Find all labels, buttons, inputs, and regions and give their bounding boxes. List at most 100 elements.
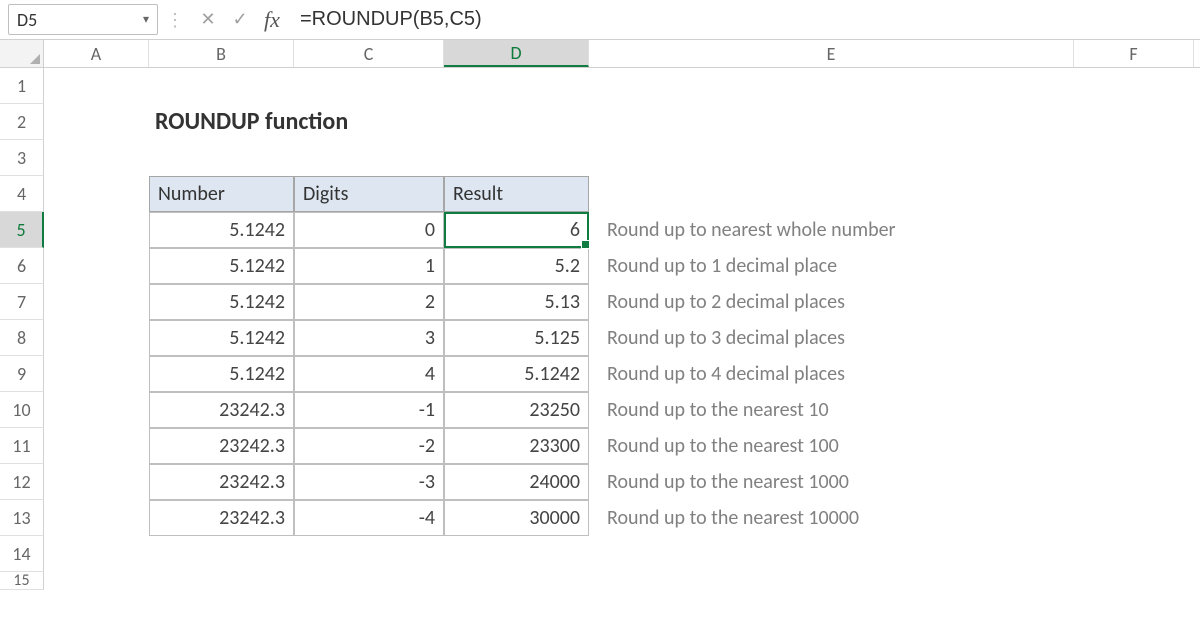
row-header-9[interactable]: 9: [0, 356, 44, 392]
cell-F14[interactable]: [1074, 536, 1194, 572]
select-all-corner[interactable]: [0, 40, 44, 67]
cell-A11[interactable]: [44, 428, 149, 464]
row-header-13[interactable]: 13: [0, 500, 44, 536]
cell-C6[interactable]: 1: [294, 248, 444, 284]
cell-C3[interactable]: [294, 140, 444, 176]
cell-D8[interactable]: 5.125: [444, 320, 589, 356]
cell-D14[interactable]: [444, 536, 589, 572]
cell-C14[interactable]: [294, 536, 444, 572]
cell-D6[interactable]: 5.2: [444, 248, 589, 284]
cell-C8[interactable]: 3: [294, 320, 444, 356]
cell-F7[interactable]: [1074, 284, 1194, 320]
row-header-15[interactable]: 15: [0, 572, 44, 590]
cell-B15[interactable]: [149, 572, 294, 590]
cell-B7[interactable]: 5.1242: [149, 284, 294, 320]
cell-D2[interactable]: [444, 104, 589, 140]
cell-F3[interactable]: [1074, 140, 1194, 176]
cell-B10[interactable]: 23242.3: [149, 392, 294, 428]
cell-A8[interactable]: [44, 320, 149, 356]
cell-B6[interactable]: 5.1242: [149, 248, 294, 284]
cell-A9[interactable]: [44, 356, 149, 392]
chevron-down-icon[interactable]: ▾: [143, 12, 149, 27]
col-header-F[interactable]: F: [1074, 40, 1194, 67]
col-header-B[interactable]: B: [149, 40, 294, 67]
cell-C5[interactable]: 0: [294, 212, 444, 248]
cell-A7[interactable]: [44, 284, 149, 320]
cell-C15[interactable]: [294, 572, 444, 590]
cell-C13[interactable]: -4: [294, 500, 444, 536]
cell-D1[interactable]: [444, 68, 589, 104]
formula-input[interactable]: [288, 0, 1200, 39]
cell-E3[interactable]: [589, 140, 1074, 176]
cell-E1[interactable]: [589, 68, 1074, 104]
cell-B9[interactable]: 5.1242: [149, 356, 294, 392]
cell-B14[interactable]: [149, 536, 294, 572]
cell-F8[interactable]: [1074, 320, 1194, 356]
cell-F1[interactable]: [1074, 68, 1194, 104]
row-header-11[interactable]: 11: [0, 428, 44, 464]
cell-B12[interactable]: 23242.3: [149, 464, 294, 500]
cell-A4[interactable]: [44, 176, 149, 212]
cell-F2[interactable]: [1074, 104, 1194, 140]
cell-D10[interactable]: 23250: [444, 392, 589, 428]
row-header-1[interactable]: 1: [0, 68, 44, 104]
cell-C10[interactable]: -1: [294, 392, 444, 428]
cell-E5[interactable]: Round up to nearest whole number: [589, 212, 1074, 248]
cell-A12[interactable]: [44, 464, 149, 500]
cell-E6[interactable]: Round up to 1 decimal place: [589, 248, 1074, 284]
cell-A6[interactable]: [44, 248, 149, 284]
cell-A13[interactable]: [44, 500, 149, 536]
cell-D5[interactable]: 6: [444, 212, 589, 248]
cell-E12[interactable]: Round up to the nearest 1000: [589, 464, 1074, 500]
cell-D3[interactable]: [444, 140, 589, 176]
cell-B4[interactable]: Number: [149, 176, 294, 212]
cell-F5[interactable]: [1074, 212, 1194, 248]
row-header-14[interactable]: 14: [0, 536, 44, 572]
cell-B8[interactable]: 5.1242: [149, 320, 294, 356]
row-header-10[interactable]: 10: [0, 392, 44, 428]
row-header-7[interactable]: 7: [0, 284, 44, 320]
col-header-A[interactable]: A: [44, 40, 149, 67]
accept-icon[interactable]: ✓: [224, 0, 256, 39]
cell-B3[interactable]: [149, 140, 294, 176]
cell-F10[interactable]: [1074, 392, 1194, 428]
cell-B1[interactable]: [149, 68, 294, 104]
cell-B2[interactable]: ROUNDUP function: [149, 104, 294, 140]
cell-E8[interactable]: Round up to 3 decimal places: [589, 320, 1074, 356]
cell-A14[interactable]: [44, 536, 149, 572]
cell-E9[interactable]: Round up to 4 decimal places: [589, 356, 1074, 392]
cell-A2[interactable]: [44, 104, 149, 140]
row-header-6[interactable]: 6: [0, 248, 44, 284]
cell-E10[interactable]: Round up to the nearest 10: [589, 392, 1074, 428]
cell-D7[interactable]: 5.13: [444, 284, 589, 320]
cell-B5[interactable]: 5.1242: [149, 212, 294, 248]
cell-F9[interactable]: [1074, 356, 1194, 392]
cell-D12[interactable]: 24000: [444, 464, 589, 500]
cell-F11[interactable]: [1074, 428, 1194, 464]
cell-F6[interactable]: [1074, 248, 1194, 284]
cell-F12[interactable]: [1074, 464, 1194, 500]
cell-A1[interactable]: [44, 68, 149, 104]
cell-E13[interactable]: Round up to the nearest 10000: [589, 500, 1074, 536]
cell-C11[interactable]: -2: [294, 428, 444, 464]
cell-E14[interactable]: [589, 536, 1074, 572]
cell-C9[interactable]: 4: [294, 356, 444, 392]
row-header-4[interactable]: 4: [0, 176, 44, 212]
cancel-icon[interactable]: ✕: [192, 0, 224, 39]
cell-B13[interactable]: 23242.3: [149, 500, 294, 536]
cell-C7[interactable]: 2: [294, 284, 444, 320]
row-header-2[interactable]: 2: [0, 104, 44, 140]
cell-D11[interactable]: 23300: [444, 428, 589, 464]
cell-F4[interactable]: [1074, 176, 1194, 212]
col-header-E[interactable]: E: [589, 40, 1074, 67]
cell-D4[interactable]: Result: [444, 176, 589, 212]
row-header-12[interactable]: 12: [0, 464, 44, 500]
col-header-D[interactable]: D: [444, 40, 589, 67]
fx-icon[interactable]: fx: [256, 0, 288, 39]
row-header-3[interactable]: 3: [0, 140, 44, 176]
cell-A5[interactable]: [44, 212, 149, 248]
cell-A10[interactable]: [44, 392, 149, 428]
row-header-8[interactable]: 8: [0, 320, 44, 356]
name-box[interactable]: D5 ▾: [8, 4, 158, 35]
cell-C2[interactable]: [294, 104, 444, 140]
